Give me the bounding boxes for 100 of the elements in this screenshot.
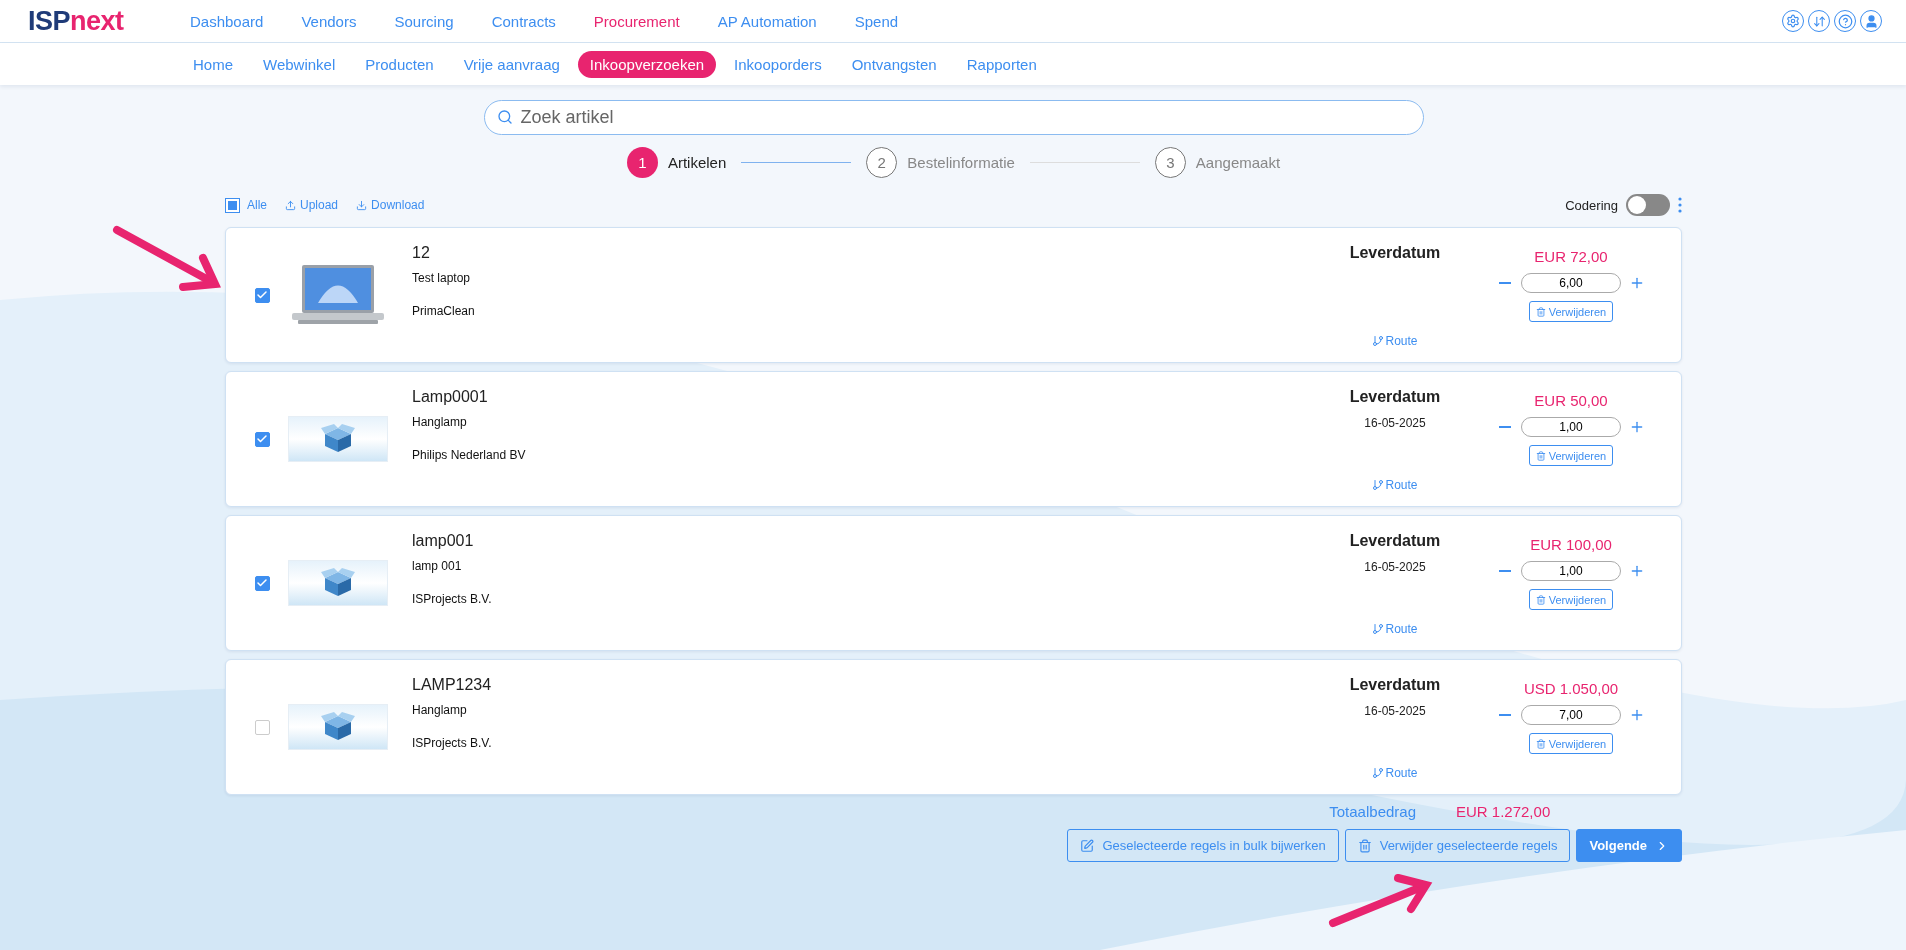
- plus-button[interactable]: [1629, 419, 1645, 435]
- item-price: EUR 50,00: [1534, 392, 1608, 409]
- logo: ISPnext: [28, 5, 125, 37]
- quantity-field[interactable]: 1,00: [1521, 417, 1621, 437]
- sub-nav-tab[interactable]: Webwinkel: [251, 50, 348, 78]
- nav-link[interactable]: AP Automation: [717, 12, 817, 30]
- trash-icon: [1535, 594, 1546, 605]
- delivery-date-label: Leverdatum: [1349, 244, 1441, 262]
- wizard-step[interactable]: 1 Artikelen: [626, 146, 727, 178]
- minus-icon: [1499, 282, 1511, 284]
- plus-icon: [1629, 419, 1645, 435]
- download-link[interactable]: Download: [356, 198, 425, 212]
- search-icon: [496, 109, 513, 125]
- trash-icon: [1535, 306, 1546, 317]
- sub-nav-tab[interactable]: Vrije aanvraag: [451, 50, 572, 78]
- plus-button[interactable]: [1629, 707, 1645, 723]
- quantity-field[interactable]: 1,00: [1521, 561, 1621, 581]
- delivery-date-label: Leverdatum: [1349, 532, 1441, 550]
- swap-arrows-icon[interactable]: [1808, 10, 1830, 32]
- remove-button[interactable]: Verwijderen: [1528, 445, 1614, 466]
- item-name: lamp 001: [412, 559, 463, 573]
- delivery-date-label: Leverdatum: [1349, 676, 1441, 694]
- nav-link[interactable]: Contracts: [491, 12, 556, 30]
- select-all-checkbox[interactable]: [225, 197, 240, 213]
- supplier-name: ISProjects B.V.: [412, 736, 493, 750]
- item-code: 12: [412, 244, 431, 262]
- delivery-date: 16-05-2025: [1364, 416, 1426, 430]
- branch-icon: [1372, 623, 1385, 635]
- item-checkbox[interactable]: [254, 575, 270, 591]
- nav-link[interactable]: Procurement: [593, 12, 680, 30]
- plus-icon: [1629, 275, 1645, 291]
- more-menu-icon[interactable]: [1678, 196, 1682, 214]
- minus-icon: [1499, 714, 1511, 716]
- route-link[interactable]: Route: [1372, 334, 1418, 348]
- search-field[interactable]: Zoek artikel: [483, 100, 1424, 135]
- next-button[interactable]: Volgende: [1576, 829, 1682, 862]
- wizard-step[interactable]: 3 Aangemaakt: [1154, 146, 1281, 178]
- nav-link[interactable]: Vendors: [301, 12, 357, 30]
- remove-button[interactable]: Verwijderen: [1528, 733, 1614, 754]
- route-link[interactable]: Route: [1372, 766, 1418, 780]
- remove-button[interactable]: Verwijderen: [1528, 589, 1614, 610]
- branch-icon: [1372, 479, 1385, 491]
- nav-link[interactable]: Dashboard: [190, 12, 264, 30]
- sub-nav-tab[interactable]: Producten: [353, 50, 446, 78]
- branch-icon: [1372, 767, 1385, 779]
- remove-button[interactable]: Verwijderen: [1528, 301, 1614, 322]
- item-name: Hanglamp: [412, 703, 468, 717]
- sub-nav-tab[interactable]: Inkooporders: [722, 50, 834, 78]
- delivery-date: 16-05-2025: [1364, 560, 1426, 574]
- nav-link[interactable]: Spend: [854, 12, 899, 30]
- sub-nav-tab[interactable]: Ontvangsten: [839, 50, 949, 78]
- wizard-step[interactable]: 2 Bestelinformatie: [866, 146, 1015, 178]
- minus-icon: [1499, 570, 1511, 572]
- item-price: USD 1.050,00: [1523, 680, 1619, 697]
- item-price: EUR 100,00: [1530, 536, 1612, 553]
- quantity-field[interactable]: 7,00: [1521, 705, 1621, 725]
- edit-icon: [1080, 838, 1095, 853]
- upload-link[interactable]: Upload: [285, 198, 339, 212]
- item-name: Test laptop: [412, 271, 472, 285]
- item-price: EUR 72,00: [1534, 248, 1608, 265]
- item-checkbox[interactable]: [254, 287, 270, 303]
- bulk-edit-button[interactable]: Geselecteerde regels in bulk bijwerken: [1067, 829, 1339, 862]
- settings-icon[interactable]: [1782, 10, 1804, 32]
- minus-icon: [1499, 426, 1511, 428]
- supplier-name: ISProjects B.V.: [412, 592, 493, 606]
- toggle-switch[interactable]: [1626, 194, 1670, 216]
- trash-icon: [1357, 838, 1372, 853]
- item-code: Lamp0001: [412, 388, 489, 406]
- delete-selected-button[interactable]: Verwijder geselecteerde regels: [1344, 829, 1571, 862]
- plus-icon: [1629, 707, 1645, 723]
- upload-icon: [285, 199, 296, 211]
- route-link[interactable]: Route: [1372, 478, 1418, 492]
- total-label: Totaalbedrag: [1329, 803, 1416, 820]
- item-name: Hanglamp: [412, 415, 468, 429]
- nav-link[interactable]: Sourcing: [394, 12, 454, 30]
- supplier-name: Philips Nederland BV: [412, 448, 527, 462]
- sub-nav-tab[interactable]: Rapporten: [954, 50, 1049, 78]
- toggle-label: Codering: [1565, 197, 1618, 213]
- item-code: LAMP1234: [412, 676, 493, 694]
- help-icon[interactable]: [1834, 10, 1856, 32]
- quantity-field[interactable]: 6,00: [1521, 273, 1621, 293]
- delivery-date: 16-05-2025: [1364, 704, 1426, 718]
- branch-icon: [1372, 335, 1385, 347]
- plus-button[interactable]: [1629, 563, 1645, 579]
- plus-icon: [1629, 563, 1645, 579]
- route-link[interactable]: Route: [1372, 622, 1418, 636]
- select-all-label: Alle: [247, 198, 267, 212]
- sub-nav-tab[interactable]: Inkoopverzoeken: [577, 50, 717, 78]
- download-icon: [356, 199, 368, 211]
- sub-nav-tab[interactable]: Home: [181, 50, 245, 78]
- item-code: lamp001: [412, 532, 475, 550]
- trash-icon: [1535, 738, 1546, 749]
- item-checkbox[interactable]: [254, 719, 270, 735]
- supplier-name: PrimaClean: [412, 304, 476, 318]
- plus-button[interactable]: [1629, 275, 1645, 291]
- user-icon[interactable]: [1860, 10, 1882, 32]
- item-checkbox[interactable]: [254, 431, 270, 447]
- trash-icon: [1535, 450, 1546, 461]
- delivery-date-label: Leverdatum: [1349, 388, 1441, 406]
- total-amount: EUR 1.272,00: [1456, 803, 1552, 820]
